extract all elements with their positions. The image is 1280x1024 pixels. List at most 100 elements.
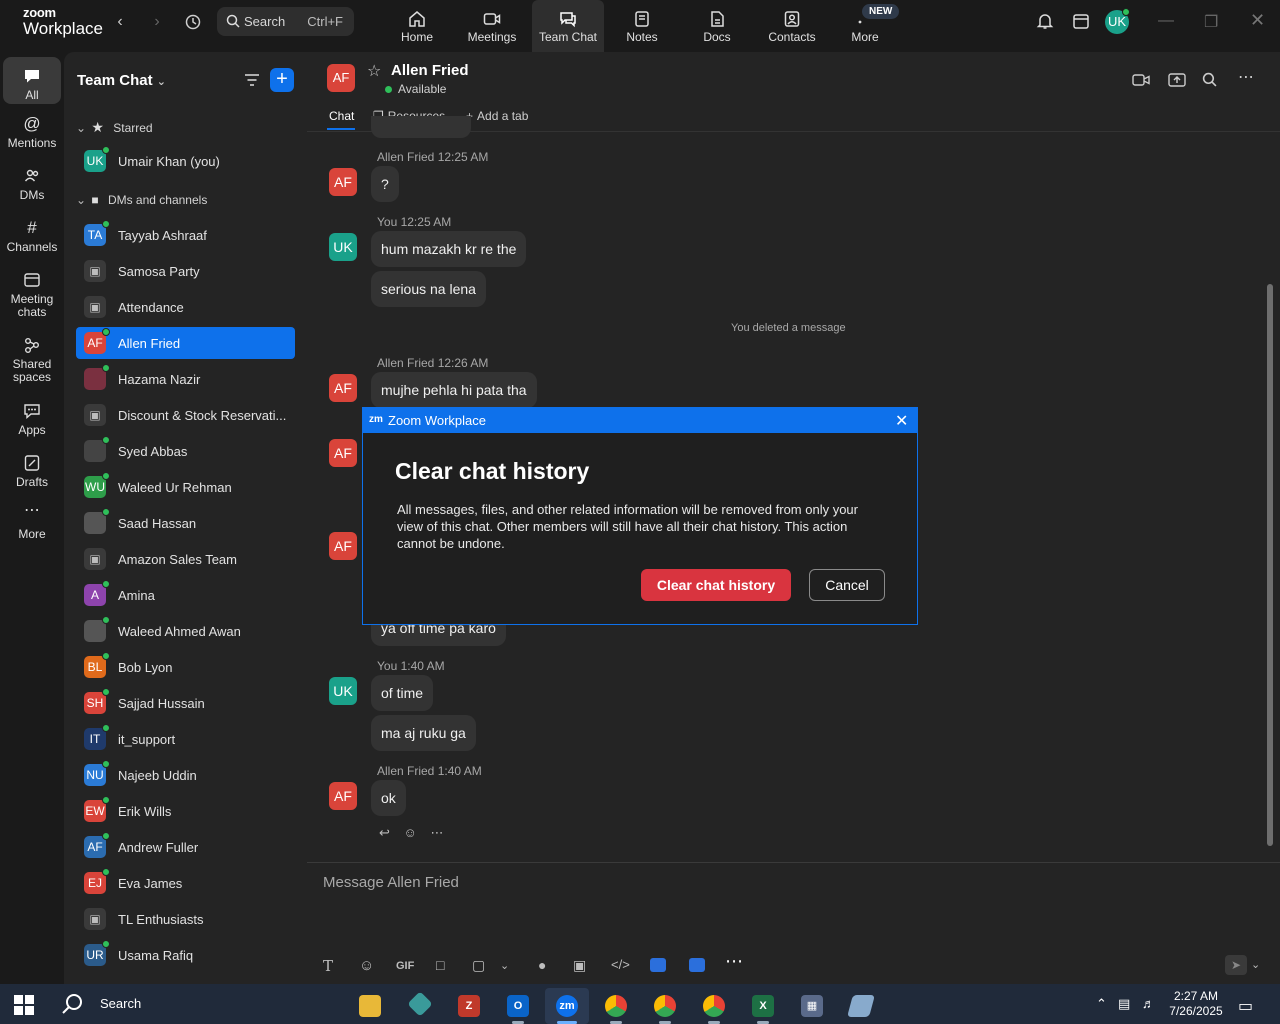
message-avatar[interactable]: AF: [329, 532, 357, 560]
rail-item-drafts[interactable]: Drafts: [3, 454, 61, 489]
taskbar-calculator[interactable]: ▦: [790, 988, 834, 1024]
rail-item-apps[interactable]: Apps: [3, 402, 61, 437]
rail-item-all[interactable]: All: [3, 57, 61, 104]
message-input[interactable]: Message Allen Fried: [323, 874, 459, 891]
ellipsis-icon[interactable]: ⋯: [430, 825, 443, 840]
taskbar-outlook[interactable]: O: [496, 988, 540, 1024]
sidebar-contact[interactable]: UK Umair Khan (you): [76, 145, 295, 177]
sidebar-title[interactable]: Team Chat ⌄: [77, 72, 166, 89]
text-format-icon[interactable]: T: [323, 957, 333, 975]
rail-item-meeting-chats[interactable]: Meeting chats: [3, 271, 61, 319]
gif-button[interactable]: GIF: [396, 960, 414, 972]
message-avatar[interactable]: AF: [329, 168, 357, 196]
taskbar-excel[interactable]: X: [741, 988, 785, 1024]
minimize-icon[interactable]: —: [1158, 12, 1174, 30]
more-options-icon[interactable]: ⋯: [1238, 67, 1254, 87]
send-icon[interactable]: ➤: [1225, 955, 1247, 975]
close-icon[interactable]: ✕: [1250, 10, 1265, 31]
taskbar-chrome[interactable]: [594, 988, 638, 1024]
video-call-icon[interactable]: [1132, 72, 1150, 92]
new-chat-button[interactable]: +: [270, 68, 294, 92]
tab-chat[interactable]: Chat: [329, 109, 354, 123]
taskbar-file-explorer[interactable]: [348, 988, 392, 1024]
clear-chat-history-button[interactable]: Clear chat history: [641, 569, 791, 601]
notification-icon[interactable]: ▭: [1238, 996, 1253, 1016]
rail-item-mentions[interactable]: @ Mentions: [3, 115, 61, 150]
volume-icon[interactable]: ♬: [1142, 996, 1155, 1011]
message-bubble[interactable]: serious na lena: [371, 271, 486, 307]
sidebar-contact[interactable]: Syed Abbas: [76, 435, 295, 467]
taskbar-zoom[interactable]: zm: [545, 988, 589, 1024]
chevron-up-icon[interactable]: ⌃: [1096, 996, 1107, 1012]
taskbar-filezilla[interactable]: Z: [447, 988, 491, 1024]
sidebar-contact[interactable]: Saad Hassan: [76, 507, 295, 539]
tab-add[interactable]: +Add a tab: [466, 109, 528, 123]
windows-start-icon[interactable]: [14, 995, 34, 1015]
message-bubble[interactable]: ma aj ruku ga: [371, 715, 476, 751]
search-icon[interactable]: [1202, 72, 1217, 91]
sidebar-contact[interactable]: Waleed Ahmed Awan: [76, 615, 295, 647]
code-snippet-icon[interactable]: </>: [611, 957, 630, 972]
sidebar-contact[interactable]: ▣ TL Enthusiasts: [76, 903, 295, 935]
message-bubble[interactable]: hum mazakh kr re the: [371, 231, 527, 267]
chevron-down-icon[interactable]: ⌄: [500, 959, 509, 972]
message-avatar[interactable]: AF: [329, 374, 357, 402]
message-avatar[interactable]: AF: [329, 439, 357, 467]
back-arrow-icon[interactable]: ‹: [108, 10, 132, 34]
video-message-icon[interactable]: ▣: [573, 957, 586, 974]
nav-tab-contacts[interactable]: Contacts: [756, 0, 828, 52]
sidebar-contact[interactable]: ▣ Amazon Sales Team: [76, 543, 295, 575]
nav-tab-home[interactable]: Home: [381, 0, 453, 52]
bell-icon[interactable]: [1036, 12, 1054, 35]
taskbar-chrome[interactable]: [643, 988, 687, 1024]
sidebar-contact[interactable]: Hazama Nazir: [76, 363, 295, 395]
chat-header-avatar[interactable]: AF: [327, 64, 355, 92]
calendar-icon[interactable]: [1072, 12, 1090, 35]
sidebar-contact[interactable]: ▣ Attendance: [76, 291, 295, 323]
message-avatar[interactable]: UK: [329, 233, 357, 261]
emoji-icon[interactable]: ☺: [404, 825, 417, 840]
scrollbar[interactable]: [1267, 284, 1273, 846]
star-outline-icon[interactable]: ☆: [367, 61, 381, 81]
screenshot-icon[interactable]: ▢: [472, 957, 485, 974]
network-icon[interactable]: ▤: [1118, 996, 1130, 1012]
chevron-down-icon[interactable]: ⌄: [1251, 958, 1260, 971]
sidebar-contact[interactable]: BL Bob Lyon: [76, 651, 295, 683]
nav-tab-meetings[interactable]: Meetings: [456, 0, 528, 52]
message-bubble[interactable]: ?: [371, 166, 399, 202]
sidebar-contact[interactable]: A Amina: [76, 579, 295, 611]
taskbar-clock[interactable]: 2:27 AM 7/26/2025: [1166, 989, 1226, 1019]
rail-item-more[interactable]: ⋯ More: [3, 503, 61, 541]
taskbar-app[interactable]: [398, 988, 442, 1024]
section-starred[interactable]: ⌄ ★ Starred: [76, 119, 153, 136]
rail-item-shared-spaces[interactable]: Shared spaces: [3, 336, 61, 384]
history-icon[interactable]: [181, 10, 205, 34]
nav-tab-team-chat[interactable]: Team Chat: [532, 0, 604, 52]
rail-item-channels[interactable]: # Channels: [3, 219, 61, 254]
app-icon[interactable]: [689, 958, 705, 972]
zoom-logo[interactable]: zoom Workplace: [23, 6, 103, 37]
sidebar-contact[interactable]: TA Tayyab Ashraaf: [76, 219, 295, 251]
forward-arrow-icon[interactable]: ›: [145, 10, 169, 34]
reply-icon[interactable]: ↩: [379, 825, 390, 840]
nav-tab-notes[interactable]: Notes: [606, 0, 678, 52]
taskbar-app[interactable]: [839, 988, 883, 1024]
more-tools-icon[interactable]: ⋯: [725, 951, 743, 972]
sidebar-contact[interactable]: ▣ Discount & Stock Reservati...: [76, 399, 295, 431]
message-bubble[interactable]: of time: [371, 675, 434, 711]
sidebar-contact[interactable]: ▣ Samosa Party: [76, 255, 295, 287]
sidebar-contact[interactable]: SH Sajjad Hussain: [76, 687, 295, 719]
message-bubble[interactable]: ok: [371, 780, 406, 816]
filter-icon[interactable]: [244, 72, 260, 93]
sidebar-contact[interactable]: WU Waleed Ur Rehman: [76, 471, 295, 503]
emoji-icon[interactable]: ☺: [359, 957, 374, 974]
sidebar-contact[interactable]: UR Usama Rafiq: [76, 939, 295, 971]
share-screen-icon[interactable]: [1168, 72, 1186, 92]
close-icon[interactable]: ✕: [895, 411, 908, 431]
taskbar-chrome[interactable]: [692, 988, 736, 1024]
sidebar-contact[interactable]: IT it_support: [76, 723, 295, 755]
sidebar-contact[interactable]: EJ Eva James: [76, 867, 295, 899]
message-bubble[interactable]: mujhe pehla hi pata tha: [371, 372, 537, 408]
message-avatar[interactable]: UK: [329, 677, 357, 705]
file-icon[interactable]: □: [436, 957, 444, 973]
